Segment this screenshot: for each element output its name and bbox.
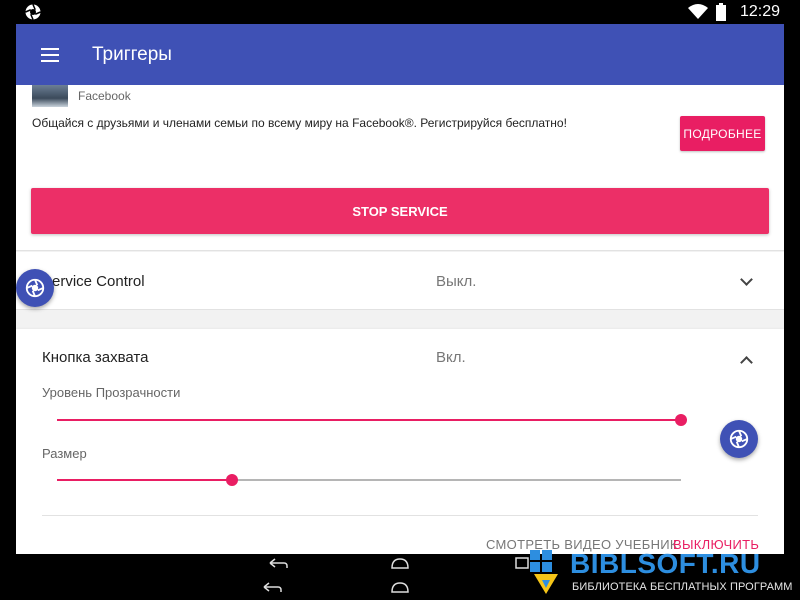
size-label: Размер bbox=[42, 446, 87, 461]
stop-service-button[interactable]: STOP SERVICE bbox=[31, 188, 769, 234]
shutter-icon bbox=[25, 278, 45, 298]
divider bbox=[42, 515, 758, 516]
ad-image bbox=[32, 85, 68, 107]
ad-description: Общайся с друзьями и членами семьи по вс… bbox=[32, 116, 567, 130]
app-window: Триггеры Facebook Общайся с друзьями и ч… bbox=[16, 24, 784, 554]
chevron-up-icon[interactable] bbox=[740, 356, 753, 369]
size-slider[interactable] bbox=[57, 473, 681, 487]
status-right: 12:29 bbox=[687, 2, 780, 22]
menu-icon bbox=[41, 47, 59, 62]
watermark-logo-icon bbox=[530, 550, 558, 594]
size-slider-thumb[interactable] bbox=[225, 474, 238, 486]
page-title: Триггеры bbox=[92, 43, 172, 65]
home-icon[interactable] bbox=[390, 556, 410, 570]
menu-button[interactable] bbox=[16, 24, 84, 85]
back-icon[interactable] bbox=[268, 556, 288, 570]
capture-button-value: Вкл. bbox=[436, 349, 466, 366]
opacity-label: Уровень Прозрачности bbox=[42, 385, 181, 400]
shutter-icon bbox=[25, 4, 41, 20]
opacity-slider-thumb[interactable] bbox=[675, 414, 687, 426]
size-slider-fill bbox=[57, 479, 232, 481]
capture-button-label: Кнопка захвата bbox=[42, 349, 149, 366]
stop-service-section: STOP SERVICE bbox=[16, 174, 784, 251]
service-control-value: Выкл. bbox=[436, 273, 477, 290]
toolbar: Триггеры bbox=[16, 24, 784, 85]
opacity-slider[interactable] bbox=[57, 413, 687, 427]
back-icon[interactable] bbox=[262, 580, 282, 594]
service-control-row[interactable]: Service Control Выкл. bbox=[16, 252, 784, 310]
ad-more-button[interactable]: ПОДРОБНЕЕ bbox=[680, 116, 765, 151]
wifi-icon bbox=[687, 4, 708, 19]
watermark-title: BIBLSOFT.RU bbox=[570, 548, 761, 579]
floating-capture-button[interactable] bbox=[720, 420, 758, 458]
service-control-label: Service Control bbox=[42, 273, 145, 290]
ad-source: Facebook bbox=[78, 89, 131, 103]
floating-capture-button[interactable] bbox=[16, 269, 54, 307]
home-icon[interactable] bbox=[390, 580, 410, 594]
status-time: 12:29 bbox=[739, 3, 780, 20]
watermark: BIBLSOFT.RU БИБЛИОТЕКА БЕСПЛАТНЫХ ПРОГРА… bbox=[528, 548, 800, 600]
chevron-down-icon[interactable] bbox=[740, 273, 753, 286]
opacity-slider-fill bbox=[57, 419, 681, 421]
status-bar: 12:29 bbox=[0, 0, 800, 24]
capture-button-card: Кнопка захвата Вкл. Уровень Прозрачности… bbox=[16, 329, 784, 554]
battery-icon bbox=[715, 3, 726, 21]
watermark-subtitle: БИБЛИОТЕКА БЕСПЛАТНЫХ ПРОГРАММ bbox=[572, 581, 793, 593]
shutter-icon bbox=[729, 429, 749, 449]
